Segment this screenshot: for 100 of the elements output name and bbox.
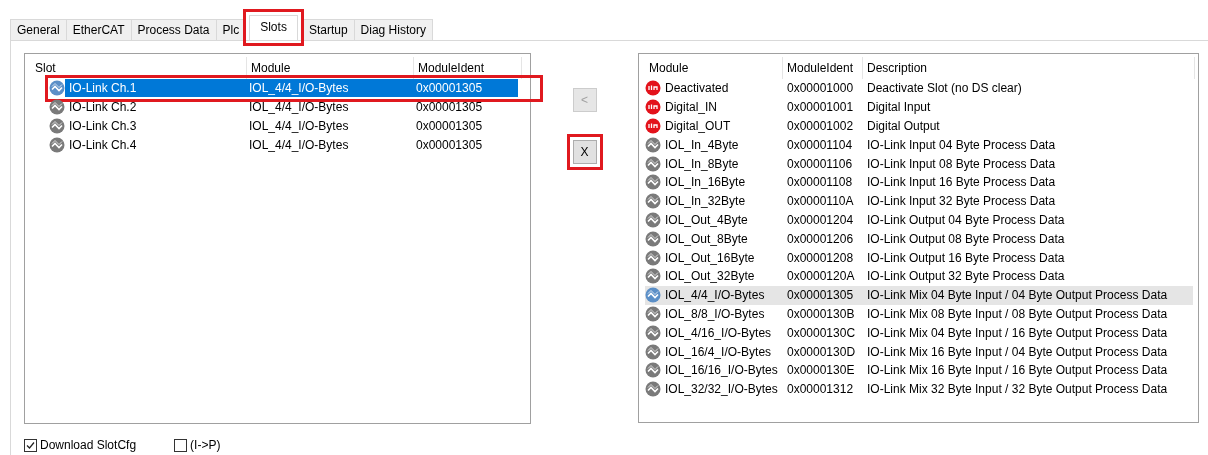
module-row[interactable]: IOL_Out_32Byte 0x0000120A IO-Link Output 32 Byte Process Data: [645, 266, 1193, 286]
slot-name: IO-Link Ch.1: [68, 81, 138, 96]
tab[interactable]: Diag History: [353, 19, 433, 40]
wave-circle-icon: [645, 268, 661, 285]
module-row[interactable]: Digital_IN 0x00001001 Digital Input: [645, 97, 1193, 117]
module-description: IO-Link Mix 16 Byte Input / 16 Byte Output Process Data: [866, 363, 1169, 378]
slot-row[interactable]: IO-Link Ch.3 IOL_4/4_I/O-Bytes 0x00001305: [49, 116, 539, 136]
module-name: IOL_In_4Byte: [664, 137, 740, 152]
module-row[interactable]: IOL_32/32_I/O-Bytes 0x00001312 IO-Link Mix 32 Byte Input / 32 Byte Output Process Data: [645, 379, 1193, 399]
slot-name: IO-Link Ch.2: [68, 100, 138, 115]
module-description: IO-Link Input 32 Byte Process Data: [866, 194, 1057, 209]
module-name: IOL_In_32Byte: [664, 194, 747, 209]
module-ident: 0x0000130D: [786, 344, 857, 359]
module-row[interactable]: IOL_8/8_I/O-Bytes 0x0000130B IO-Link Mix 08 Byte Input / 08 Byte Output Process Data: [645, 304, 1193, 324]
module-ident: 0x0000130B: [786, 306, 856, 321]
wave-circle-icon: [49, 118, 65, 134]
checkbox[interactable]: [24, 438, 37, 452]
action-button[interactable]: X: [572, 140, 597, 164]
tab[interactable]: Startup: [301, 19, 355, 40]
slot-row[interactable]: IO-Link Ch.4 IOL_4/4_I/O-Bytes 0x00001305: [49, 135, 539, 155]
wave-circle-icon: [645, 305, 661, 322]
module-ident: 0x0000110A: [786, 194, 855, 209]
module-name: IOL_Out_32Byte: [664, 269, 756, 284]
module-name: Digital_OUT: [664, 119, 732, 133]
module-row[interactable]: Deactivated 0x00001000 Deactivate Slot (no DS clear): [645, 79, 1193, 98]
module-description: IO-Link Output 04 Byte Process Data: [866, 212, 1066, 227]
module-ident: 0x00001208: [786, 250, 855, 265]
module-description: Deactivate Slot (no DS clear): [866, 81, 1023, 96]
wave-circle-icon: [645, 249, 661, 266]
module-name: IOL_Out_8Byte: [664, 231, 749, 246]
module-description: Digital Output: [866, 119, 941, 133]
wave-circle-icon: [645, 174, 661, 191]
module-ident: 0x00001108: [786, 175, 854, 190]
wave-circle-icon: [49, 136, 65, 153]
module-name: IOL_16/4_I/O-Bytes: [664, 344, 773, 359]
module-name: IOL_4/4_I/O-Bytes: [664, 288, 766, 303]
module-row[interactable]: IOL_16/16_I/O-Bytes 0x0000130E IO-Link Mix 16 Byte Input / 16 Byte Output Process Data: [645, 360, 1193, 380]
module-description: IO-Link Input 16 Byte Process Data: [866, 175, 1057, 190]
module-row[interactable]: IOL_In_16Byte 0x00001108 IO-Link Input 16 Byte Process Data: [645, 173, 1193, 192]
module-row[interactable]: IOL_Out_16Byte 0x00001208 IO-Link Output 16 Byte Process Data: [645, 248, 1193, 267]
module-ident: 0x00001206: [786, 231, 855, 246]
module-description: IO-Link Mix 08 Byte Input / 08 Byte Output Process Data: [866, 306, 1169, 321]
module-row[interactable]: IOL_In_4Byte 0x00001104 IO-Link Input 04 Byte Process Data: [645, 135, 1193, 155]
tab[interactable]: EtherCAT: [65, 19, 132, 40]
wave-circle-icon: [645, 155, 661, 172]
module-row[interactable]: IOL_Out_8Byte 0x00001206 IO-Link Output 08 Byte Process Data: [645, 229, 1193, 249]
module-description: Digital Input: [866, 100, 932, 115]
module-row[interactable]: IOL_In_32Byte 0x0000110A IO-Link Input 32 Byte Process Data: [645, 191, 1193, 211]
module-row[interactable]: IOL_4/16_I/O-Bytes 0x0000130C IO-Link Mix 04 Byte Input / 16 Byte Output Process Data: [645, 323, 1193, 343]
vendor-logo-icon: [645, 99, 661, 116]
wave-circle-icon: [645, 211, 661, 228]
module-name: IOL_32/32_I/O-Bytes: [664, 382, 779, 397]
module-description: IO-Link Input 04 Byte Process Data: [866, 137, 1057, 152]
slot-name: IO-Link Ch.4: [68, 137, 138, 152]
module-ident: 0x00001305: [415, 119, 484, 133]
module-description: IO-Link Mix 04 Byte Input / 16 Byte Output Process Data: [866, 325, 1169, 340]
module-row[interactable]: IOL_Out_4Byte 0x00001204 IO-Link Output 04 Byte Process Data: [645, 210, 1193, 230]
module-description: IO-Link Output 32 Byte Process Data: [866, 269, 1066, 284]
wave-circle-icon: [645, 343, 661, 360]
module-ident: 0x00001305: [415, 137, 484, 152]
vendor-logo-icon: [645, 80, 661, 97]
module-name: IOL_4/4_I/O-Bytes: [248, 137, 350, 152]
slot-name: IO-Link Ch.3: [68, 119, 138, 133]
module-name: IOL_In_16Byte: [664, 175, 747, 190]
module-name: IOL_4/4_I/O-Bytes: [248, 100, 350, 115]
module-name: Deactivated: [664, 81, 730, 96]
wave-circle-icon: [645, 193, 661, 210]
module-row[interactable]: IOL_16/4_I/O-Bytes 0x0000130D IO-Link Mix 16 Byte Input / 04 Byte Output Process Data: [645, 342, 1193, 361]
column-header[interactable]: ModuleIdent: [783, 57, 863, 79]
vendor-logo-icon: [645, 118, 661, 134]
module-name: Digital_IN: [664, 100, 719, 115]
slot-row[interactable]: IO-Link Ch.2 IOL_4/4_I/O-Bytes 0x00001305: [49, 97, 539, 117]
wave-circle-icon: [645, 136, 661, 153]
module-ident: 0x0000120A: [786, 269, 856, 284]
module-name: IOL_4/16_I/O-Bytes: [664, 325, 773, 340]
module-ident: 0x00001312: [786, 382, 855, 397]
module-ident: 0x00001204: [786, 212, 855, 227]
checkbox[interactable]: [174, 438, 188, 452]
module-row[interactable]: IOL_4/4_I/O-Bytes 0x00001305 IO-Link Mix 04 Byte Input / 04 Byte Output Process Data: [645, 285, 1193, 305]
module-ident: 0x00001001: [786, 100, 855, 115]
module-description: IO-Link Mix 16 Byte Input / 04 Byte Output Process Data: [866, 344, 1169, 359]
wave-circle-icon: [645, 324, 661, 341]
column-header[interactable]: Module: [645, 57, 783, 79]
module-ident: 0x00001002: [786, 119, 855, 133]
module-ident: 0x00001305: [415, 81, 484, 96]
wave-circle-icon: [645, 381, 661, 398]
module-ident: 0x00001106: [786, 156, 854, 171]
module-name: IOL_In_8Byte: [664, 156, 740, 171]
module-name: IOL_Out_4Byte: [664, 212, 749, 227]
wave-circle-icon: [49, 99, 65, 116]
tab[interactable]: Process Data: [130, 19, 217, 40]
column-header[interactable]: Description: [863, 57, 1195, 79]
module-row[interactable]: IOL_In_8Byte 0x00001106 IO-Link Input 08 Byte Process Data: [645, 154, 1193, 173]
module-name: IOL_4/4_I/O-Bytes: [248, 119, 350, 133]
module-description: IO-Link Output 08 Byte Process Data: [866, 231, 1066, 246]
module-row[interactable]: Digital_OUT 0x00001002 Digital Output: [645, 116, 1193, 136]
tab[interactable]: General: [10, 19, 67, 40]
module-ident: 0x00001305: [415, 100, 484, 115]
module-description: IO-Link Input 08 Byte Process Data: [866, 156, 1057, 171]
checkbox-label: (I->P): [190, 438, 221, 452]
